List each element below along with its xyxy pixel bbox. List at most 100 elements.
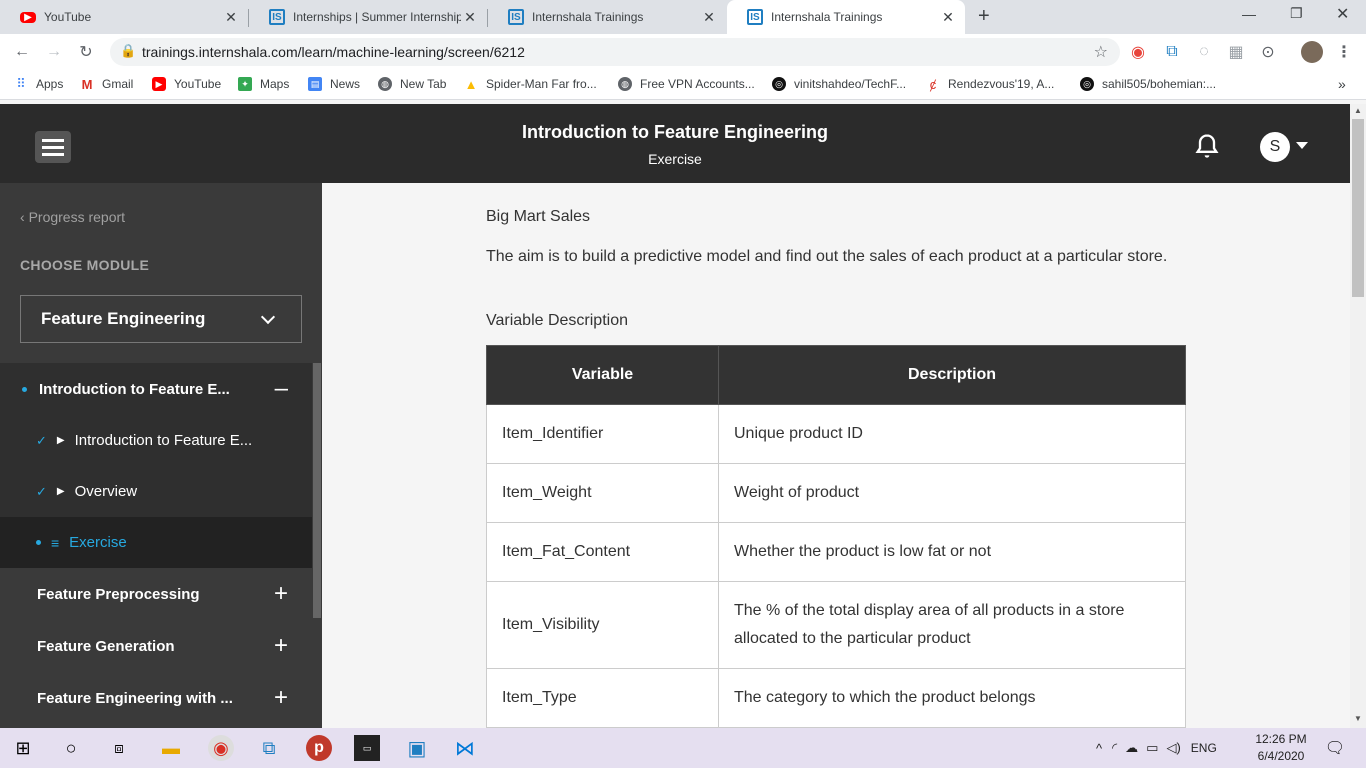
check-icon: ✓ <box>36 432 47 448</box>
user-avatar[interactable]: S <box>1260 132 1290 162</box>
extension-icon[interactable]: ⊙ <box>1258 42 1278 62</box>
cloud-icon[interactable]: ☁ <box>1125 740 1138 756</box>
speaker-icon[interactable]: ◁) <box>1166 740 1180 756</box>
extension-icon[interactable]: ⧉ <box>1162 42 1182 62</box>
expand-icon[interactable]: + <box>274 684 288 712</box>
bookmark-spider-man[interactable]: ▲ Spider-Man Far fro... <box>464 70 597 98</box>
maps-icon: ✦ <box>238 77 252 91</box>
bookmark-gmail[interactable]: M Gmail <box>80 70 134 98</box>
rendezvous-icon: ȼ <box>929 76 937 92</box>
browser-tab-strip: ▶ YouTube ✕ IS Internships | Summer Inte… <box>0 0 1366 34</box>
progress-report-link[interactable]: ‹ Progress report <box>20 209 125 225</box>
language-indicator[interactable]: ENG <box>1191 741 1217 755</box>
bookmark-techf[interactable]: ◎ vinitshahdeo/TechF... <box>772 70 906 98</box>
clock-time: 12:26 PM <box>1255 732 1307 746</box>
new-tab-button[interactable]: + <box>978 5 990 28</box>
tab-youtube[interactable]: ▶ YouTube ✕ <box>0 0 248 34</box>
file-explorer-icon[interactable]: ▬ <box>158 735 184 761</box>
expand-icon[interactable]: + <box>274 580 288 608</box>
play-icon: ▶ <box>56 435 65 446</box>
tab-internshala-trainings-active[interactable]: IS Internshala Trainings ✕ <box>727 0 965 34</box>
bookmark-news[interactable]: ▤ News <box>308 70 360 98</box>
bell-icon[interactable] <box>1193 132 1221 160</box>
search-circle-icon[interactable]: ○ <box>58 735 84 761</box>
close-icon[interactable]: ✕ <box>461 9 479 26</box>
chevron-left-icon: ‹ <box>20 209 29 225</box>
close-icon[interactable]: ✕ <box>222 9 240 26</box>
globe-icon: ◍ <box>378 77 392 91</box>
page-title: Introduction to Feature Engineering <box>522 122 828 142</box>
terminal-icon[interactable]: ▭ <box>354 735 380 761</box>
task-view-icon[interactable]: ⧈ <box>106 735 132 761</box>
section-feature-generation[interactable]: Feature Generation + <box>0 620 312 672</box>
battery-icon[interactable]: ▭ <box>1146 740 1158 756</box>
close-icon[interactable]: ✕ <box>939 9 957 26</box>
profile-avatar[interactable] <box>1301 41 1323 63</box>
hamburger-menu-icon[interactable] <box>35 131 71 163</box>
lesson-introduction[interactable]: ✓ ▶ Introduction to Feature E... <box>0 415 312 466</box>
description-cell: Unique product ID <box>718 404 1186 464</box>
section-feature-engineering-with[interactable]: Feature Engineering with ... + <box>0 672 312 724</box>
minimize-button[interactable]: — <box>1242 6 1256 22</box>
caret-down-icon[interactable] <box>1296 142 1308 149</box>
app-icon[interactable]: ⧉ <box>256 735 282 761</box>
github-icon: ◎ <box>1080 77 1094 91</box>
reload-icon[interactable]: ↻ <box>76 42 96 62</box>
star-icon[interactable]: ☆ <box>1094 42 1108 62</box>
back-icon[interactable]: ← <box>12 42 32 62</box>
scroll-down-icon[interactable]: ▼ <box>1354 714 1362 723</box>
github-icon: ◎ <box>772 77 786 91</box>
internshala-icon: IS <box>508 9 524 25</box>
lesson-overview[interactable]: ✓ ▶ Overview <box>0 466 312 517</box>
wifi-icon[interactable]: ◜ <box>1112 740 1117 756</box>
news-icon: ▤ <box>308 77 322 91</box>
bookmark-free-vpn[interactable]: ◍ Free VPN Accounts... <box>618 70 755 98</box>
extension-icon[interactable]: ◉ <box>1128 42 1148 62</box>
vscode-icon[interactable]: ⋈ <box>452 735 478 761</box>
menu-dots-icon[interactable]: ⋮ <box>1334 42 1354 62</box>
lesson-content: Big Mart Sales The aim is to build a pre… <box>322 183 1350 728</box>
bookmark-rendezvous[interactable]: ȼ Rendezvous'19, A... <box>926 70 1055 98</box>
extension-icon[interactable]: ◌ <box>1194 42 1214 62</box>
window-close-button[interactable]: ✕ <box>1336 4 1349 24</box>
bullet-icon <box>36 540 41 545</box>
forward-icon[interactable]: → <box>44 42 64 62</box>
tab-internships[interactable]: IS Internships | Summer Internship ✕ <box>249 0 487 34</box>
bookmark-bohemian[interactable]: ◎ sahil505/bohemian:... <box>1080 70 1216 98</box>
module-select[interactable]: Feature Engineering <box>20 295 302 343</box>
bookmark-maps[interactable]: ✦ Maps <box>238 70 289 98</box>
chrome-icon[interactable]: ◉ <box>208 735 234 761</box>
bullet-icon <box>22 386 27 392</box>
more-bookmarks-button[interactable]: » <box>1338 70 1346 98</box>
page-header: Introduction to Feature Engineering Exer… <box>0 104 1350 183</box>
section-feature-preprocessing[interactable]: Feature Preprocessing + <box>0 568 312 620</box>
close-icon[interactable]: ✕ <box>700 9 718 26</box>
expand-icon[interactable]: + <box>274 632 288 660</box>
bookmark-new-tab[interactable]: ◍ New Tab <box>378 70 446 98</box>
lesson-exercise[interactable]: ≡ Exercise <box>0 517 312 568</box>
postman-icon[interactable]: p <box>306 735 332 761</box>
chevron-down-icon <box>260 309 276 325</box>
gmail-icon: M <box>81 76 93 92</box>
browser-toolbar: ← → ↻ 🔒 trainings.internshala.com/learn/… <box>0 34 1366 70</box>
notification-icon[interactable]: 🗨 <box>1322 735 1348 761</box>
clock[interactable]: 12:26 PM 6/4/2020 <box>1250 731 1312 765</box>
restore-button[interactable]: ❐ <box>1290 5 1303 22</box>
table-row: Item_Weight Weight of product <box>486 463 1186 523</box>
address-text: trainings.internshala.com/learn/machine-… <box>142 44 525 60</box>
chevron-up-icon[interactable]: ^ <box>1096 741 1102 756</box>
tab-internshala-trainings[interactable]: IS Internshala Trainings ✕ <box>488 0 726 34</box>
windows-start-icon[interactable]: ⊞ <box>10 735 36 761</box>
scroll-up-icon[interactable]: ▲ <box>1354 106 1362 115</box>
collapse-icon[interactable]: – <box>275 375 288 403</box>
drive-icon: ▲ <box>464 76 478 92</box>
section-introduction[interactable]: Introduction to Feature E... – <box>0 363 312 415</box>
address-bar[interactable]: 🔒 trainings.internshala.com/learn/machin… <box>110 38 1120 66</box>
app-icon[interactable]: ▣ <box>404 735 430 761</box>
bookmark-apps[interactable]: ⠿ Apps <box>14 70 63 98</box>
bookmark-youtube[interactable]: ▶ YouTube <box>152 70 221 98</box>
sidebar-scrollbar[interactable] <box>313 363 321 618</box>
extension-icon[interactable]: ▦ <box>1226 42 1246 62</box>
page-scrollbar-thumb[interactable] <box>1352 119 1364 297</box>
page-subtitle: Exercise <box>648 151 702 167</box>
